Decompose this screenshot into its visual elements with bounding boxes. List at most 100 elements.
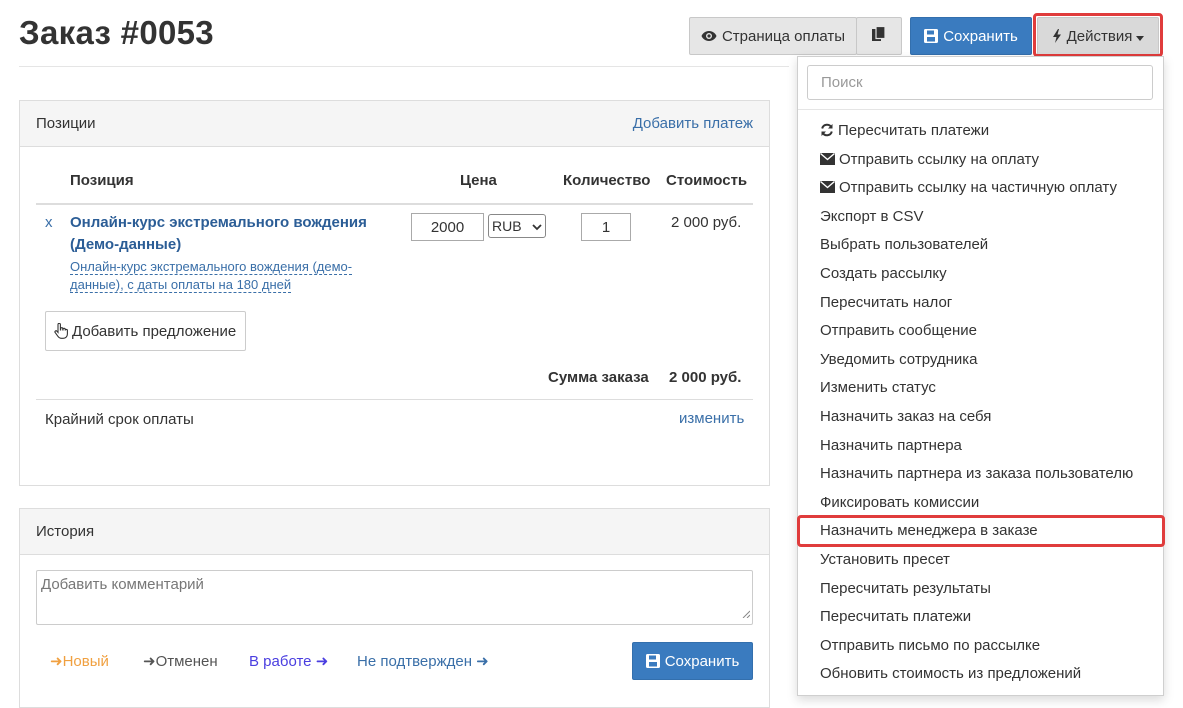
actions-dropdown: Поиск Пересчитать платежи Отправить ссыл… xyxy=(797,56,1164,696)
arrow-left-icon: ➜ xyxy=(50,653,63,670)
remove-item-button[interactable]: x xyxy=(45,214,53,231)
price-input[interactable]: 2000 xyxy=(411,213,484,241)
eye-icon xyxy=(701,30,717,42)
menu-item-recalculate-tax[interactable]: Пересчитать налог xyxy=(820,289,952,315)
menu-item-assign-partner-from-order[interactable]: Назначить партнера из заказа пользовател… xyxy=(820,460,1133,486)
add-payment-link[interactable]: Добавить платеж xyxy=(633,115,753,132)
menu-item-update-cost-from-offers[interactable]: Обновить стоимость из предложений xyxy=(820,660,1081,686)
add-offer-button[interactable]: Добавить предложение xyxy=(45,311,246,351)
menu-item-create-mailing[interactable]: Создать рассылку xyxy=(820,260,947,286)
history-save-button[interactable]: Сохранить xyxy=(632,642,753,680)
menu-item-label: Пересчитать результаты xyxy=(820,579,991,597)
menu-item-recalculate-payments[interactable]: Пересчитать платежи xyxy=(820,117,989,143)
status-new[interactable]: ➜Новый xyxy=(50,652,109,670)
item-description-line2: данные), с даты оплаты на 180 дней xyxy=(70,277,292,293)
table-header-rule xyxy=(36,203,753,205)
save-button[interactable]: Сохранить xyxy=(910,17,1032,55)
status-cancelled[interactable]: ➜Отменен xyxy=(143,652,218,670)
currency-value: RUB xyxy=(492,218,522,234)
menu-item-export-csv[interactable]: Экспорт в CSV xyxy=(820,203,924,229)
arrow-right-icon: ➜ xyxy=(315,653,329,670)
item-description[interactable]: Онлайн-курс экстремального вождения (дем… xyxy=(70,258,353,294)
menu-item-label: Отправить сообщение xyxy=(820,321,978,339)
menu-item-send-message[interactable]: Отправить сообщение xyxy=(820,317,977,343)
comment-textarea[interactable]: Добавить комментарий xyxy=(36,570,753,625)
menu-item-fix-commissions[interactable]: Фиксировать комиссии xyxy=(820,489,979,515)
currency-select[interactable]: RUB xyxy=(488,214,546,238)
item-name-line2[interactable]: (Демо-данные) xyxy=(70,234,181,256)
menu-item-label: Отправить ссылку на частичную оплату xyxy=(839,178,1117,196)
floppy-icon xyxy=(924,29,939,43)
dropdown-search-placeholder: Поиск xyxy=(821,74,863,91)
total-rule xyxy=(36,399,753,400)
item-description-line1: Онлайн-курс экстремального вождения (дем… xyxy=(70,259,353,275)
hand-pointer-icon xyxy=(54,323,68,339)
resize-handle-icon[interactable] xyxy=(742,605,751,622)
menu-item-set-preset[interactable]: Установить пресет xyxy=(820,546,950,572)
menu-item-label: Изменить статус xyxy=(820,378,936,396)
menu-item-send-mailing-letter[interactable]: Отправить письмо по рассылке xyxy=(820,632,1040,658)
menu-item-notify-employee[interactable]: Уведомить сотрудника xyxy=(820,346,978,372)
page-title: Заказ #0053 xyxy=(19,14,214,51)
history-save-label: Сохранить xyxy=(664,652,740,670)
history-panel-header: История xyxy=(20,509,769,555)
arrow-left-icon: ➜ xyxy=(143,653,156,670)
menu-item-label: Выбрать пользователей xyxy=(820,235,989,253)
dropdown-search-input[interactable]: Поиск xyxy=(807,65,1153,100)
menu-item-change-status[interactable]: Изменить статус xyxy=(820,374,936,400)
deadline-label: Крайний срок оплаты xyxy=(45,411,194,428)
menu-item-label: Назначить партнера из заказа пользовател… xyxy=(820,464,1134,482)
menu-item-recalculate-payments-2[interactable]: Пересчитать платежи xyxy=(820,603,971,629)
envelope-icon xyxy=(820,181,835,193)
menu-item-label: Пересчитать платежи xyxy=(838,121,990,139)
menu-item-assign-to-self[interactable]: Назначить заказ на себя xyxy=(820,403,991,429)
item-name-line1[interactable]: Онлайн-курс экстремального вождения xyxy=(70,212,367,234)
status-unconfirmed-label: Не подтвержден xyxy=(357,653,472,670)
status-cancelled-label: Отменен xyxy=(155,653,218,670)
payment-page-button[interactable]: Страница оплаты xyxy=(689,17,857,55)
copy-icon xyxy=(871,25,887,46)
status-new-label: Новый xyxy=(62,653,109,670)
menu-item-label: Пересчитать налог xyxy=(820,293,953,311)
menu-item-label: Отправить письмо по рассылке xyxy=(820,636,1041,654)
status-in-progress[interactable]: В работе ➜ xyxy=(249,652,328,670)
menu-item-select-users[interactable]: Выбрать пользователей xyxy=(820,231,988,257)
positions-panel-title: Позиции xyxy=(36,115,96,132)
envelope-icon xyxy=(820,153,835,165)
floppy-icon xyxy=(645,654,660,668)
status-unconfirmed[interactable]: Не подтвержден ➜ xyxy=(357,652,489,670)
menu-item-label: Отправить ссылку на оплату xyxy=(839,150,1040,168)
column-position: Позиция xyxy=(70,172,134,189)
actions-highlight-frame xyxy=(1033,13,1163,57)
menu-item-assign-partner[interactable]: Назначить партнера xyxy=(820,432,962,458)
menu-item-label: Создать рассылку xyxy=(820,264,947,282)
assign-manager-highlight-frame xyxy=(797,515,1165,547)
menu-item-label: Назначить заказ на себя xyxy=(820,407,992,425)
select-chevron-icon xyxy=(532,218,542,234)
title-divider xyxy=(19,66,789,67)
deadline-change-link[interactable]: изменить xyxy=(679,410,744,427)
total-value: 2 000 руб. xyxy=(669,369,742,386)
dropdown-divider xyxy=(798,109,1163,110)
menu-item-label: Пересчитать платежи xyxy=(820,607,972,625)
copy-button[interactable] xyxy=(856,17,902,55)
menu-item-send-partial-payment-link[interactable]: Отправить ссылку на частичную оплату xyxy=(820,174,1117,200)
column-price: Цена xyxy=(460,172,497,189)
history-panel-title: История xyxy=(36,523,95,540)
item-cost: 2 000 руб. xyxy=(671,214,742,231)
menu-item-label: Уведомить сотрудника xyxy=(820,350,978,368)
positions-panel-header: Позиции Добавить платеж xyxy=(20,101,769,147)
menu-item-send-payment-link[interactable]: Отправить ссылку на оплату xyxy=(820,146,1039,172)
status-in-progress-label: В работе xyxy=(249,653,312,670)
save-label: Сохранить xyxy=(943,27,1018,45)
menu-item-label: Обновить стоимость из предложений xyxy=(820,664,1082,682)
menu-item-label: Установить пресет xyxy=(820,550,950,568)
comment-placeholder: Добавить комментарий xyxy=(41,576,204,593)
menu-item-recalculate-results[interactable]: Пересчитать результаты xyxy=(820,575,991,601)
add-offer-label: Добавить предложение xyxy=(72,322,237,340)
quantity-input[interactable]: 1 xyxy=(581,213,631,241)
refresh-icon xyxy=(820,123,834,137)
menu-item-label: Экспорт в CSV xyxy=(820,207,924,225)
payment-page-label: Страница оплаты xyxy=(721,27,846,45)
column-cost: Стоимость xyxy=(666,172,748,189)
